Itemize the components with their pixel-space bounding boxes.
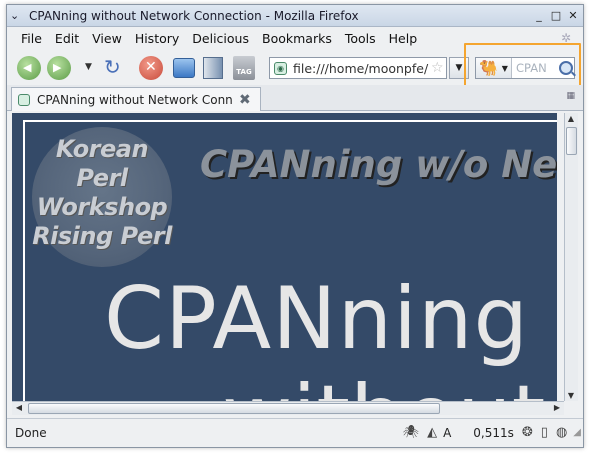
page-content: Korean Perl Workshop Rising Perl CPANnin… [12,113,557,401]
phone-icon[interactable]: ▯ [541,425,548,440]
vertical-scrollbar[interactable]: ▲ ▼ [564,113,578,401]
status-bar: Done 🕷 ◭ A 0,511s ❂ ▯ ◍ ◢ [7,418,583,446]
scroll-down-icon[interactable]: ▼ [565,391,577,400]
minimize-button[interactable]: _ [532,9,546,22]
menu-file[interactable]: File [21,31,42,46]
load-time: 0,511s [473,425,514,440]
reload-button[interactable]: ↻ [103,55,127,80]
home-button[interactable] [173,58,195,78]
tab-close-icon[interactable]: ✖ [239,92,251,108]
close-button[interactable]: ✕ [566,9,580,22]
menu-history[interactable]: History [135,31,179,46]
bookmark-star-icon[interactable]: ☆ [431,60,444,76]
tab-favicon-icon [18,93,30,106]
back-button[interactable]: ◀ [17,56,41,80]
resize-grip-icon[interactable]: ◢ [573,427,581,438]
forward-arrow-icon: ▶ [53,61,62,74]
history-dropdown-icon[interactable]: ▼ [85,62,92,72]
url-input[interactable]: file:///home/moonpfe/ [293,61,429,76]
url-bar[interactable]: ◉ file:///home/moonpfe/ ☆ [269,57,447,79]
logo-text-workshop: Workshop [36,193,168,221]
menu-tools[interactable]: Tools [345,31,376,46]
tab-list-icon[interactable]: ▦ [566,91,575,101]
window-menu-icon[interactable]: ⌄ [10,9,26,22]
title-bar: ⌄ CPANning without Network Connection - … [7,5,583,27]
scroll-up-icon[interactable]: ▲ [565,114,577,123]
stop-icon: ✕ [145,59,157,75]
scroll-right-icon[interactable]: ▶ [551,403,563,412]
status-text: Done [15,425,47,440]
tab-label: CPANning without Network Conn... [37,92,233,107]
status-lang: A [443,425,452,440]
logo-text-rising-perl: Rising Perl [32,222,172,250]
window-title: CPANning without Network Connection - Mo… [29,8,359,23]
back-arrow-icon: ◀ [23,61,32,74]
vertical-scroll-thumb[interactable] [566,127,577,155]
tag-button[interactable]: TAG [233,56,255,80]
scroll-left-icon[interactable]: ◀ [13,403,25,412]
bug-icon[interactable]: 🕷 [403,425,420,440]
slide-subtitle: CPANning w/o Ne [200,143,557,186]
logo-text-korean: Korean [55,135,149,163]
menu-edit[interactable]: Edit [55,31,79,46]
menu-help[interactable]: Help [389,31,418,46]
adblock-icon[interactable]: ❂ [522,425,533,440]
reload-icon: ↻ [104,55,121,79]
tab-bar: CPANning without Network Conn... ✖ ▦ [7,85,583,111]
horizontal-scroll-thumb[interactable] [28,403,440,414]
forward-button[interactable]: ▶ [47,56,71,80]
menu-bookmarks[interactable]: Bookmarks [262,31,332,46]
logo-text-perl: Perl [76,164,128,192]
gauge-icon[interactable]: ◭ [427,425,437,440]
bookmarks-sidebar-button[interactable] [203,57,223,79]
browser-window: ⌄ CPANning without Network Connection - … [6,4,584,448]
menu-delicious[interactable]: Delicious [192,31,249,46]
stop-button[interactable]: ✕ [139,56,163,80]
menu-view[interactable]: View [92,31,122,46]
slide-title: CPANning [104,269,530,369]
maximize-button[interactable]: □ [549,9,563,22]
site-favicon-icon: ◉ [274,61,287,75]
addon-icon[interactable]: ◍ [556,425,567,440]
horizontal-scrollbar[interactable]: ◀ ▶ [12,401,564,415]
slide-title-line2: without [222,367,545,401]
tab-active[interactable]: CPANning without Network Conn... ✖ [11,87,261,111]
